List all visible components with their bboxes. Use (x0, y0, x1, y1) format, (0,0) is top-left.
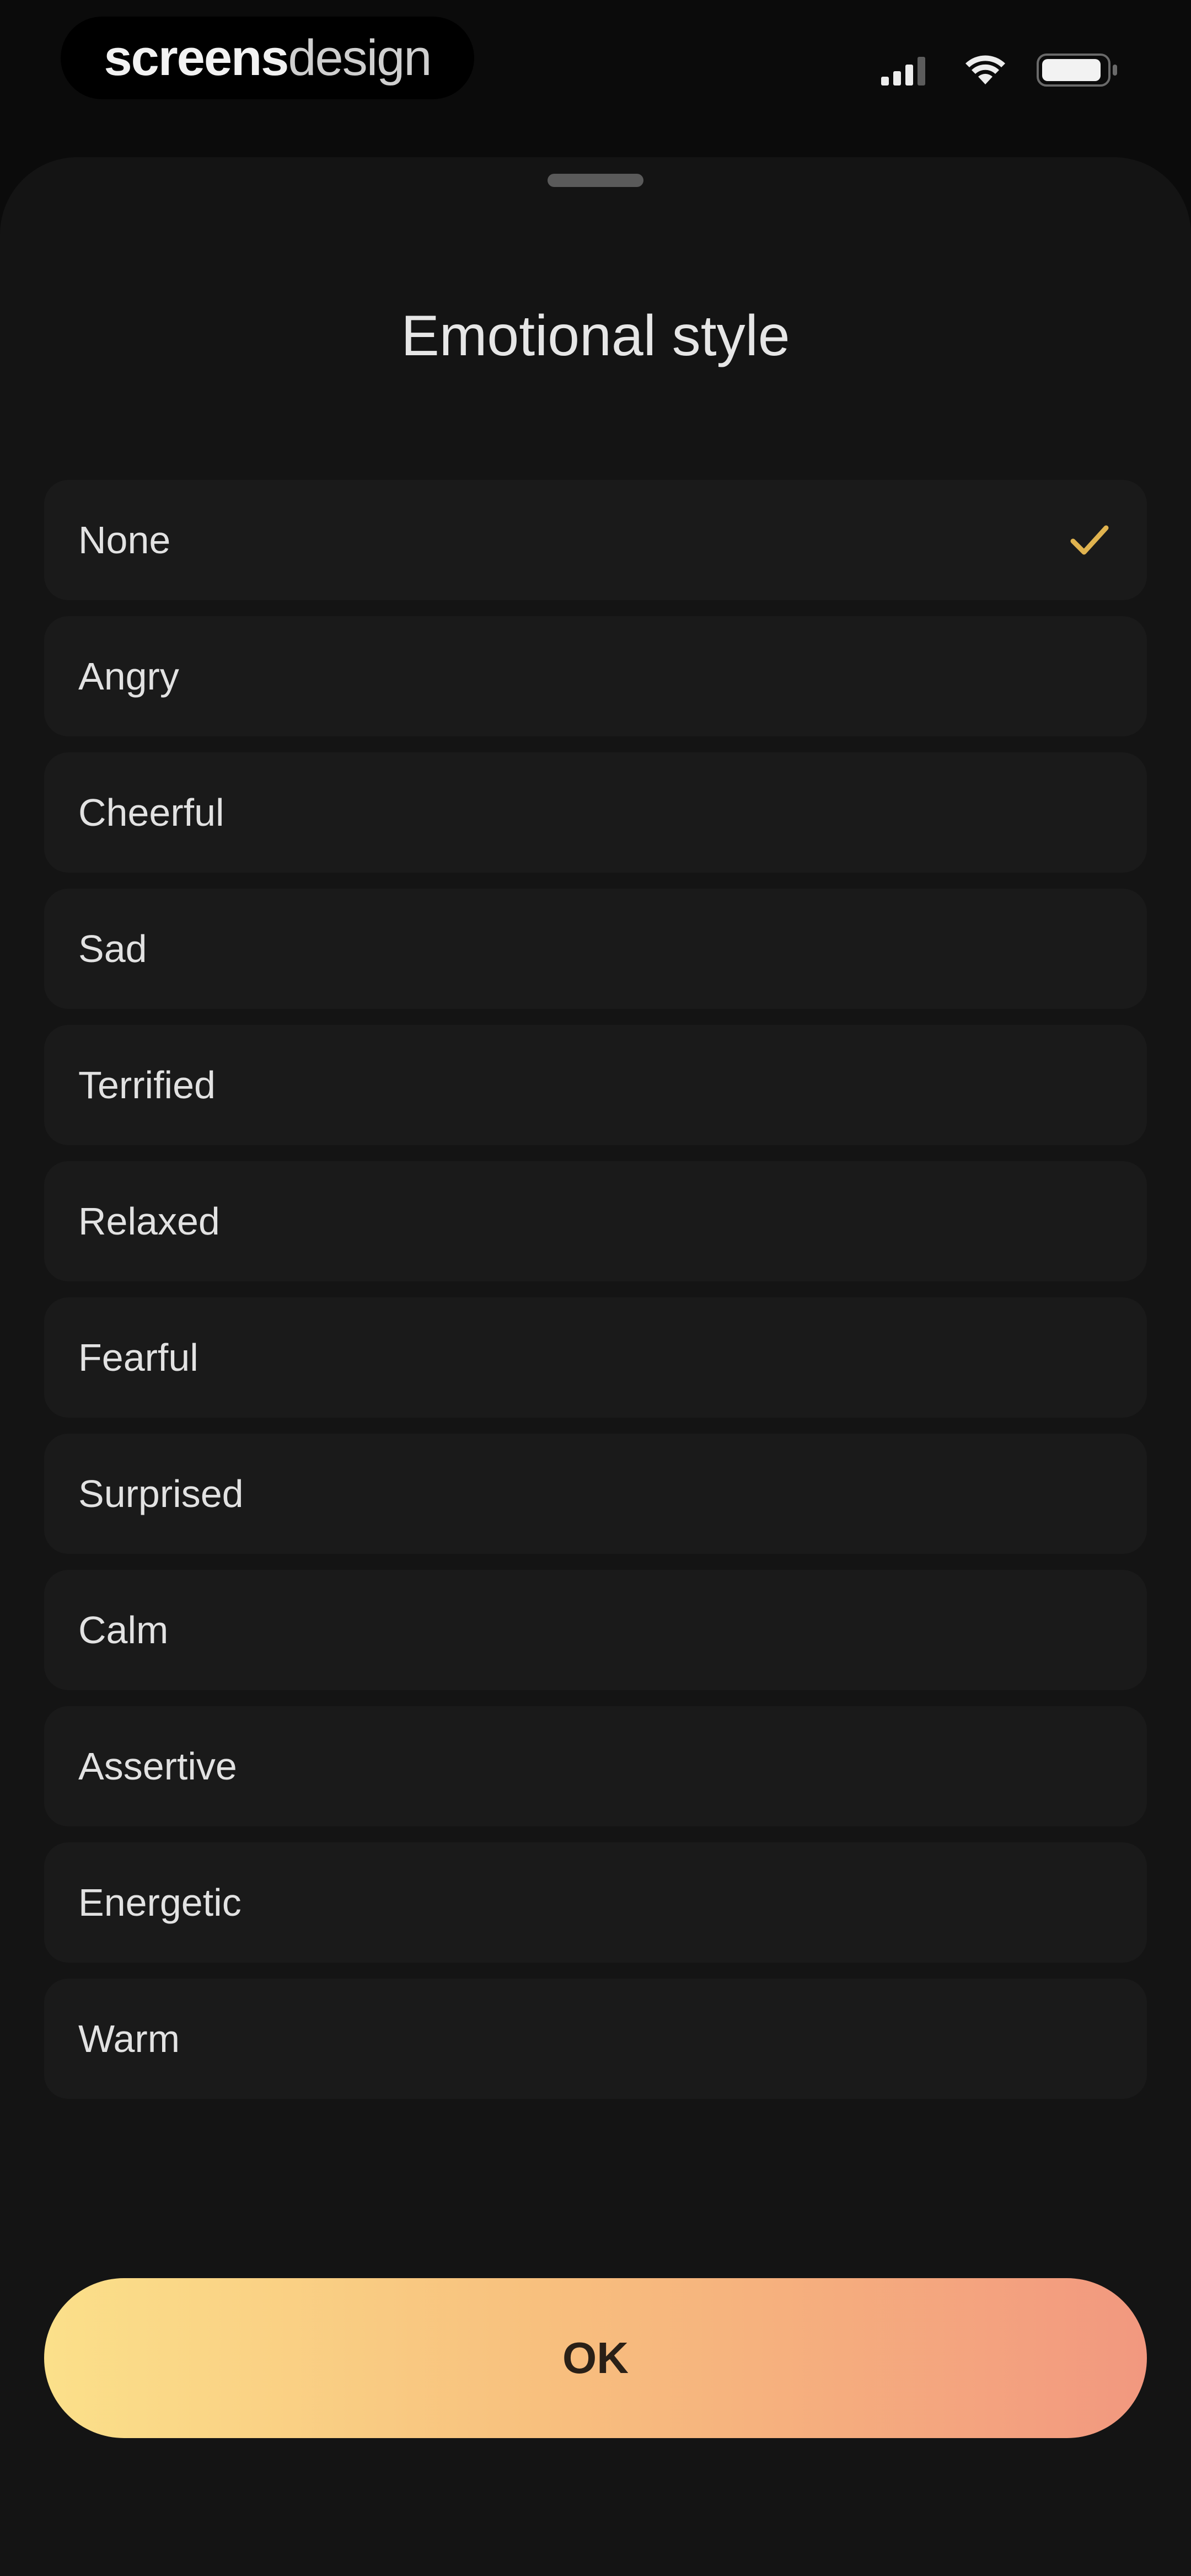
option-warm[interactable]: Warm (44, 1979, 1147, 2099)
option-label: Calm (78, 1608, 169, 1652)
status-bar: screens design (0, 0, 1191, 132)
option-energetic[interactable]: Energetic (44, 1842, 1147, 1963)
option-calm[interactable]: Calm (44, 1570, 1147, 1690)
wifi-icon (965, 55, 1005, 84)
option-label: None (78, 519, 171, 562)
option-label: Relaxed (78, 1200, 220, 1243)
option-label: Warm (78, 2017, 180, 2060)
bottom-sheet: Emotional style None Angry Cheerful Sad … (0, 157, 1191, 2576)
option-label: Sad (78, 927, 147, 970)
option-label: Cheerful (78, 791, 224, 834)
option-label: Assertive (78, 1745, 237, 1788)
checkmark-icon (1066, 517, 1113, 563)
option-surprised[interactable]: Surprised (44, 1434, 1147, 1554)
battery-icon (1037, 54, 1117, 87)
option-relaxed[interactable]: Relaxed (44, 1161, 1147, 1281)
ok-button[interactable]: OK (44, 2278, 1147, 2438)
status-icons (881, 51, 1119, 89)
sheet-grabber[interactable] (548, 174, 643, 187)
option-fearful[interactable]: Fearful (44, 1297, 1147, 1418)
brand-logo-bold: screens (104, 29, 289, 86)
sheet-title: Emotional style (401, 304, 790, 368)
option-sad[interactable]: Sad (44, 889, 1147, 1009)
option-label: Fearful (78, 1336, 198, 1379)
option-label: Angry (78, 655, 179, 698)
brand-logo-light: design (288, 29, 432, 86)
option-terrified[interactable]: Terrified (44, 1025, 1147, 1145)
cellular-signal-icon (881, 57, 925, 85)
option-label: Terrified (78, 1063, 216, 1107)
option-angry[interactable]: Angry (44, 616, 1147, 736)
emotional-style-options: None Angry Cheerful Sad Terrified Relaxe… (44, 480, 1147, 2115)
option-label: Energetic (78, 1881, 242, 1924)
option-cheerful[interactable]: Cheerful (44, 752, 1147, 873)
option-label: Surprised (78, 1472, 244, 1515)
brand-logo: screens design (61, 17, 474, 99)
option-assertive[interactable]: Assertive (44, 1706, 1147, 1826)
option-none[interactable]: None (44, 480, 1147, 600)
